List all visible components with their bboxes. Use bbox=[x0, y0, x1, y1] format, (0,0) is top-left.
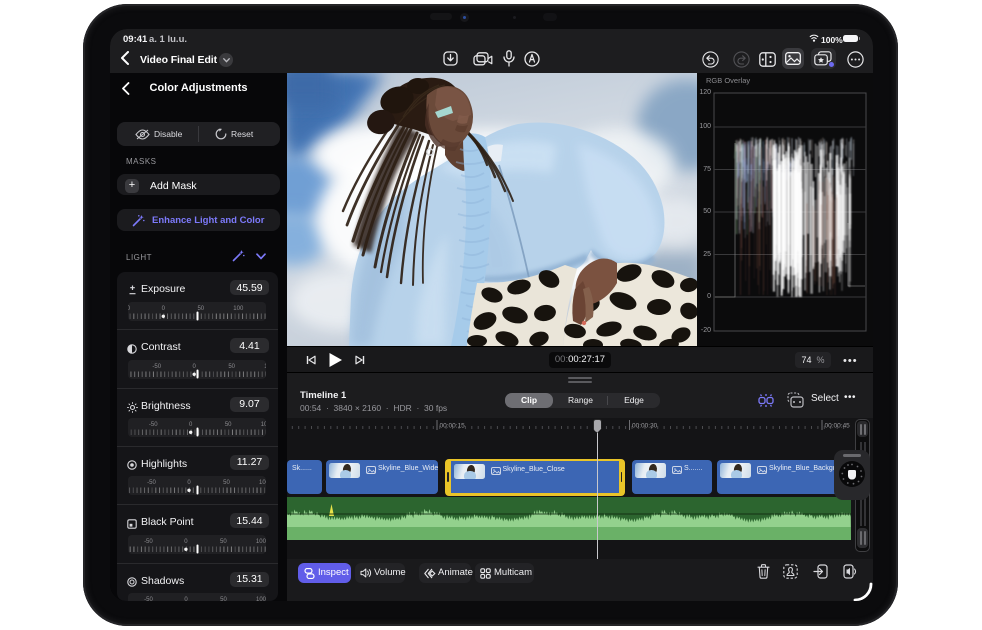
svg-text:00:00:30: 00:00:30 bbox=[632, 423, 658, 430]
svg-text:50: 50 bbox=[220, 597, 227, 601]
svg-text:-50: -50 bbox=[144, 597, 153, 601]
svg-text:0: 0 bbox=[184, 539, 188, 545]
svg-text:0: 0 bbox=[189, 422, 193, 428]
svg-text:-50: -50 bbox=[149, 422, 158, 428]
svg-text:0: 0 bbox=[193, 364, 197, 370]
svg-text:100: 100 bbox=[259, 480, 266, 486]
svg-text:100: 100 bbox=[256, 539, 266, 545]
svg-text:50: 50 bbox=[220, 539, 227, 545]
svg-text:100: 100 bbox=[233, 306, 244, 312]
svg-text:50: 50 bbox=[225, 422, 232, 428]
svg-text:100: 100 bbox=[256, 597, 266, 601]
svg-text:0: 0 bbox=[184, 597, 188, 601]
svg-text:-50: -50 bbox=[128, 306, 131, 312]
svg-text:-50: -50 bbox=[147, 480, 156, 486]
svg-text:50: 50 bbox=[197, 306, 204, 312]
svg-text:00:00:15: 00:00:15 bbox=[440, 423, 466, 430]
svg-text:50: 50 bbox=[228, 364, 235, 370]
svg-text:100: 100 bbox=[261, 422, 266, 428]
svg-text:0: 0 bbox=[162, 306, 166, 312]
svg-text:-50: -50 bbox=[144, 539, 153, 545]
svg-text:0: 0 bbox=[187, 480, 191, 486]
svg-text:00:00:45: 00:00:45 bbox=[825, 423, 851, 430]
svg-text:100: 100 bbox=[264, 364, 266, 370]
svg-text:-50: -50 bbox=[152, 364, 161, 370]
svg-text:50: 50 bbox=[223, 480, 230, 486]
